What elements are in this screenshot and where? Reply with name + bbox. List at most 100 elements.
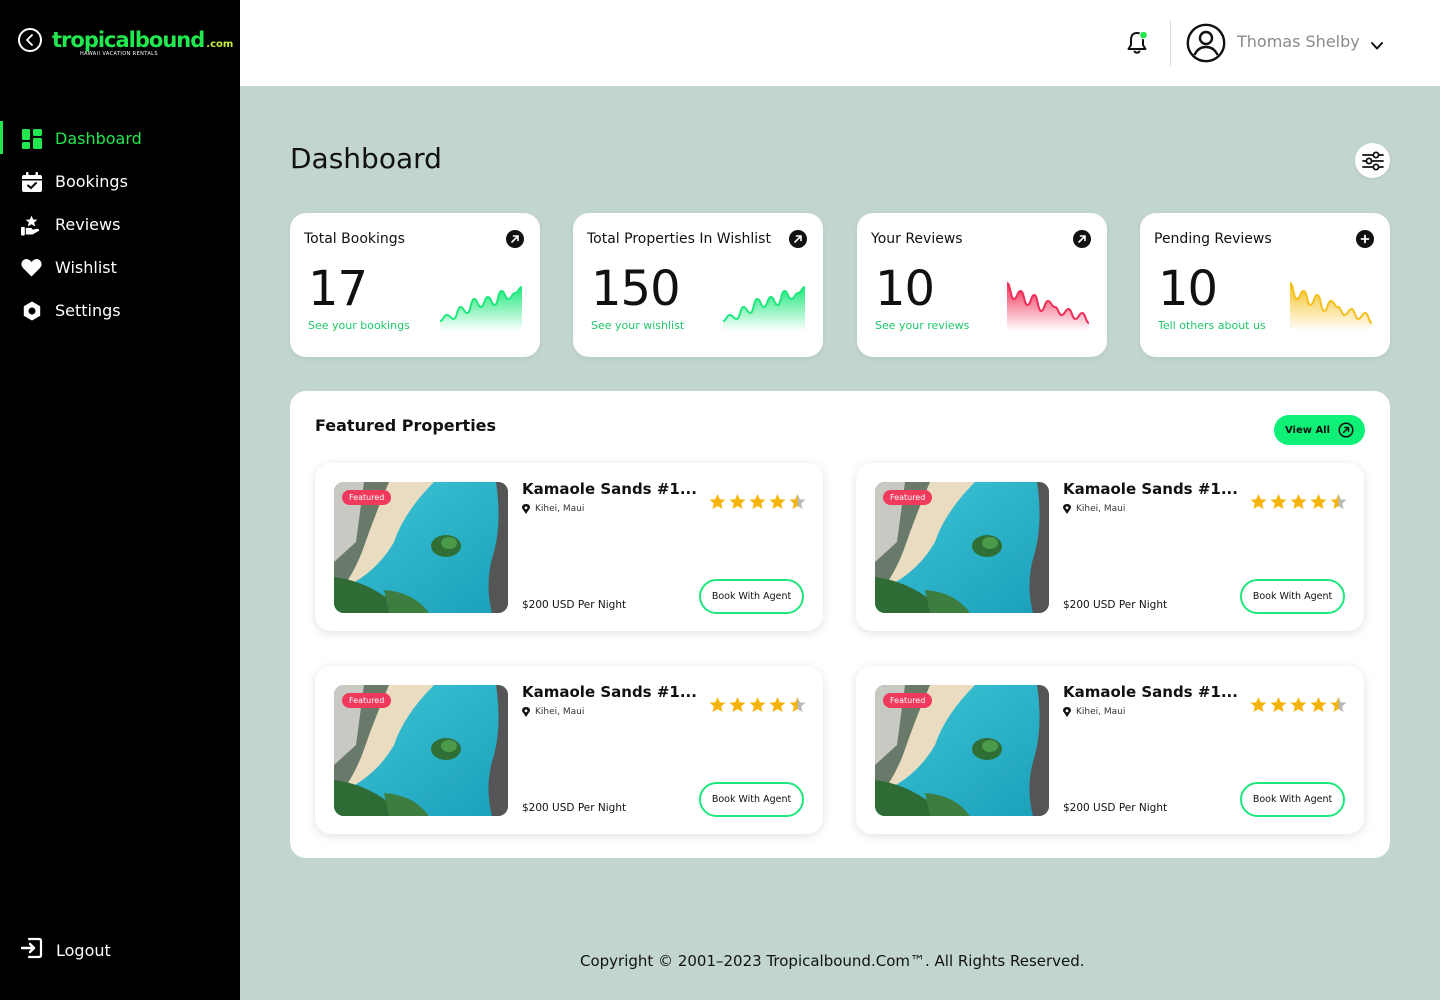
page-title: Dashboard	[290, 142, 442, 175]
sidebar-item-reviews[interactable]: Reviews	[0, 203, 240, 246]
star-icon	[1310, 697, 1327, 712]
back-button[interactable]	[18, 28, 42, 52]
sidebar-item-label: Settings	[55, 301, 121, 320]
property-name[interactable]: Kamaole Sands #1...	[522, 480, 697, 498]
user-circle-icon	[1186, 23, 1226, 63]
avatar[interactable]	[1186, 23, 1226, 63]
property-card[interactable]: Featured Kamaole Sands #1... Kihei, Maui…	[315, 666, 823, 834]
book-with-agent-button[interactable]: Book With Agent	[699, 782, 804, 817]
location-pin-icon	[522, 504, 530, 514]
arrow-up-right-icon[interactable]	[1073, 230, 1091, 248]
property-location: Kihei, Maui	[1063, 707, 1125, 717]
stat-card-total-bookings[interactable]: Total Bookings 17 See your bookings	[290, 213, 540, 357]
featured-badge: Featured	[883, 693, 933, 708]
stat-link[interactable]: Tell others about us	[1158, 319, 1266, 332]
logout-button[interactable]: Logout	[20, 937, 111, 963]
filter-button[interactable]	[1355, 143, 1390, 178]
star-icon	[789, 494, 806, 509]
sidebar-item-dashboard[interactable]: Dashboard	[0, 117, 240, 160]
property-price: $200 USD Per Night	[1063, 599, 1168, 611]
stat-value: 17	[308, 261, 368, 317]
stat-value: 10	[1158, 261, 1218, 317]
hand-star-icon	[21, 214, 42, 235]
star-icon	[709, 494, 726, 509]
sidebar-nav: Dashboard Bookings Reviews Wishlist Sett…	[0, 117, 240, 332]
view-all-label: View All	[1284, 424, 1331, 436]
section-title: Featured Properties	[315, 416, 497, 435]
sparkline-chart	[723, 286, 805, 331]
property-image[interactable]: Featured	[875, 482, 1049, 613]
property-card[interactable]: Featured Kamaole Sands #1... Kihei, Maui…	[315, 463, 823, 631]
rating-stars	[1249, 493, 1348, 510]
property-location-text: Kihei, Maui	[535, 504, 585, 514]
property-location-text: Kihei, Maui	[1076, 504, 1126, 514]
brand-logo[interactable]: tropicalbound .com HAWAII VACATION RENTAL…	[52, 22, 233, 58]
sidebar-item-label: Wishlist	[55, 258, 117, 277]
rating-stars	[708, 696, 807, 713]
stat-link[interactable]: See your bookings	[308, 319, 410, 332]
logo-wordmark: tropicalbound	[52, 28, 205, 52]
property-card[interactable]: Featured Kamaole Sands #1... Kihei, Maui…	[856, 666, 1364, 834]
arrow-up-right-icon[interactable]	[506, 230, 524, 248]
star-icon	[729, 494, 746, 509]
plus-icon[interactable]	[1356, 230, 1374, 248]
book-with-agent-button[interactable]: Book With Agent	[1240, 579, 1345, 614]
header-divider	[1170, 20, 1171, 66]
gear-icon	[21, 300, 42, 321]
rating-stars	[708, 493, 807, 510]
property-image[interactable]: Featured	[875, 685, 1049, 816]
star-icon	[1270, 697, 1287, 712]
property-location: Kihei, Maui	[1063, 504, 1125, 514]
stat-card-your-reviews[interactable]: Your Reviews 10 See your reviews	[857, 213, 1107, 357]
dashboard-grid-icon	[21, 128, 42, 149]
stat-title: Total Bookings	[304, 231, 405, 247]
stat-value: 10	[875, 261, 935, 317]
book-with-agent-button[interactable]: Book With Agent	[699, 579, 804, 614]
sliders-icon	[1361, 151, 1384, 170]
stat-title: Your Reviews	[871, 231, 963, 247]
property-name[interactable]: Kamaole Sands #1...	[522, 683, 697, 701]
stat-card-wishlist[interactable]: Total Properties In Wishlist 150 See you…	[573, 213, 823, 357]
rating-stars	[1249, 696, 1348, 713]
star-icon	[769, 494, 786, 509]
logout-icon	[20, 937, 43, 963]
star-icon	[1330, 697, 1347, 712]
property-name[interactable]: Kamaole Sands #1...	[1063, 480, 1238, 498]
calendar-check-icon	[21, 171, 42, 192]
notification-button[interactable]	[1126, 30, 1150, 56]
stat-title: Pending Reviews	[1154, 231, 1272, 247]
property-price: $200 USD Per Night	[522, 599, 627, 611]
sidebar-item-label: Bookings	[55, 172, 128, 191]
sidebar-item-settings[interactable]: Settings	[0, 289, 240, 332]
view-all-button[interactable]: View All	[1274, 415, 1365, 445]
sidebar-item-wishlist[interactable]: Wishlist	[0, 246, 240, 289]
property-name[interactable]: Kamaole Sands #1...	[1063, 683, 1238, 701]
location-pin-icon	[1063, 504, 1071, 514]
stat-link[interactable]: See your reviews	[875, 319, 969, 332]
sidebar-item-bookings[interactable]: Bookings	[0, 160, 240, 203]
stat-link[interactable]: See your wishlist	[591, 319, 684, 332]
property-location: Kihei, Maui	[522, 504, 584, 514]
arrow-up-right-icon[interactable]	[789, 230, 807, 248]
stat-card-pending-reviews[interactable]: Pending Reviews 10 Tell others about us	[1140, 213, 1390, 357]
star-icon	[1270, 494, 1287, 509]
featured-properties-panel: Featured Properties View All Featured Ka…	[290, 391, 1390, 858]
property-card[interactable]: Featured Kamaole Sands #1... Kihei, Maui…	[856, 463, 1364, 631]
stat-value: 150	[591, 261, 681, 317]
sidebar-item-label: Reviews	[55, 215, 121, 234]
user-name[interactable]: Thomas Shelby	[1237, 32, 1360, 51]
arrow-up-right-circle-icon	[1338, 422, 1354, 438]
star-icon	[1250, 697, 1267, 712]
logo-tagline: HAWAII VACATION RENTALS	[80, 51, 158, 57]
book-with-agent-button[interactable]: Book With Agent	[1240, 782, 1345, 817]
property-location-text: Kihei, Maui	[1076, 707, 1126, 717]
top-header: Thomas Shelby	[240, 0, 1440, 86]
user-menu-toggle[interactable]	[1370, 37, 1384, 50]
featured-badge: Featured	[342, 693, 392, 708]
star-icon	[1290, 697, 1307, 712]
logo-domain: .com	[206, 39, 234, 50]
star-icon	[1310, 494, 1327, 509]
property-image[interactable]: Featured	[334, 685, 508, 816]
star-icon	[749, 697, 766, 712]
property-image[interactable]: Featured	[334, 482, 508, 613]
